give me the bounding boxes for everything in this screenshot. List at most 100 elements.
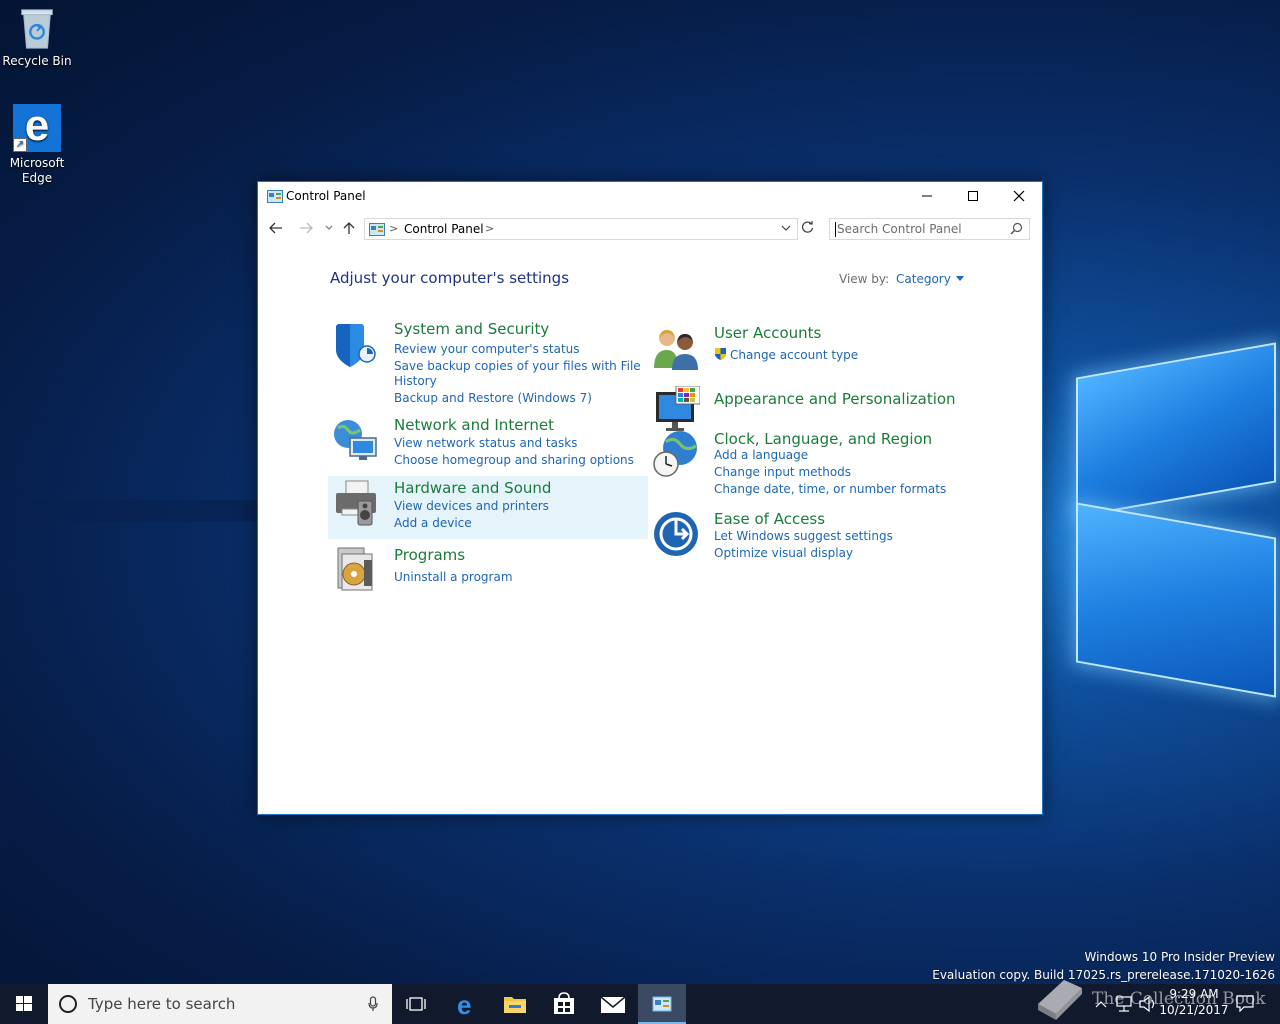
minimize-icon — [922, 195, 932, 197]
category-title[interactable]: System and Security — [394, 320, 549, 338]
up-button[interactable] — [342, 220, 362, 238]
taskbar-search-box[interactable]: Type here to search — [48, 984, 392, 1024]
view-by-dropdown[interactable]: Category — [896, 272, 964, 286]
maximize-button[interactable] — [950, 182, 996, 212]
microphone-icon[interactable] — [368, 996, 378, 1012]
shield-icon[interactable] — [332, 320, 380, 368]
caret-down-icon — [955, 276, 964, 281]
link-uninstall-program[interactable]: Uninstall a program — [394, 570, 513, 585]
address-bar[interactable]: > Control Panel > — [364, 218, 798, 240]
page-title: Adjust your computer's settings — [330, 269, 570, 287]
forward-button[interactable] — [298, 220, 318, 238]
link-change-formats[interactable]: Change date, time, or number formats — [714, 482, 946, 497]
link-add-device[interactable]: Add a device — [394, 516, 472, 531]
taskbar-control-panel-button[interactable] — [638, 984, 686, 1024]
chevron-down-icon — [325, 225, 333, 230]
desktop-icon-recycle-bin[interactable]: Recycle Bin — [1, 6, 73, 69]
link-devices-printers[interactable]: View devices and printers — [394, 499, 549, 514]
wallpaper-windows-logo — [1040, 330, 1280, 720]
category-title[interactable]: Appearance and Personalization — [714, 390, 956, 408]
text-caret — [835, 222, 836, 237]
control-panel-icon — [267, 190, 283, 203]
clock-globe-icon[interactable] — [652, 430, 700, 478]
category-title[interactable]: User Accounts — [714, 324, 821, 342]
link-network-status[interactable]: View network status and tasks — [394, 436, 577, 451]
refresh-icon — [801, 221, 814, 233]
search-control-panel-input[interactable]: Search Control Panel — [829, 218, 1030, 240]
breadcrumb-separator[interactable]: > — [389, 222, 398, 235]
address-dropdown-button[interactable] — [781, 221, 791, 238]
breadcrumb-separator[interactable]: > — [485, 222, 494, 235]
view-by-label: View by: — [839, 272, 890, 286]
windows-logo-icon — [16, 996, 32, 1011]
taskbar: Type here to search e 9:29 AM 10/21/2017 — [0, 984, 1280, 1024]
category-title[interactable]: Clock, Language, and Region — [714, 430, 932, 448]
users-icon[interactable] — [652, 324, 700, 372]
taskbar-file-explorer-button[interactable] — [491, 984, 539, 1024]
chevron-down-icon — [781, 225, 791, 231]
link-change-account-type[interactable]: Change account type — [730, 348, 858, 363]
taskbar-search-placeholder: Type here to search — [88, 995, 236, 1013]
category-system-and-security: System and Security Review your computer… — [332, 320, 641, 410]
desktop-icon-microsoft-edge[interactable]: e ↗ Microsoft Edge — [1, 104, 73, 186]
category-clock-language-region: Clock, Language, and Region Add a langua… — [652, 430, 982, 500]
cortana-icon — [59, 995, 77, 1013]
link-file-history-cont[interactable]: History — [394, 374, 437, 389]
close-icon — [1013, 190, 1025, 202]
link-change-input-methods[interactable]: Change input methods — [714, 465, 851, 480]
breadcrumb-control-panel[interactable]: Control Panel — [404, 222, 484, 236]
search-icon[interactable] — [1010, 222, 1023, 236]
category-title[interactable]: Ease of Access — [714, 510, 825, 528]
link-review-status[interactable]: Review your computer's status — [394, 342, 580, 357]
store-icon — [554, 992, 574, 1014]
back-button[interactable] — [268, 220, 288, 238]
refresh-button[interactable] — [801, 220, 814, 238]
ease-of-access-icon[interactable] — [652, 510, 700, 558]
taskbar-store-button[interactable] — [540, 984, 588, 1024]
category-title[interactable]: Network and Internet — [394, 416, 554, 434]
task-view-icon — [406, 997, 426, 1011]
minimize-button[interactable] — [904, 182, 950, 212]
shortcut-arrow-icon: ↗ — [13, 138, 27, 152]
link-optimize-display[interactable]: Optimize visual display — [714, 546, 853, 561]
link-homegroup[interactable]: Choose homegroup and sharing options — [394, 453, 634, 468]
control-panel-window: Control Panel > Control Panel > Search C… — [257, 181, 1043, 815]
mail-icon — [600, 996, 626, 1013]
category-network-and-internet: Network and Internet View network status… — [332, 416, 634, 468]
link-backup-restore[interactable]: Backup and Restore (Windows 7) — [394, 391, 592, 406]
control-panel-content: Adjust your computer's settings View by:… — [258, 242, 1042, 814]
network-globe-icon[interactable] — [332, 416, 380, 464]
build-watermark-line2: Evaluation copy. Build 17025.rs_prerelea… — [932, 968, 1275, 982]
forward-arrow-icon — [300, 222, 313, 234]
search-placeholder: Search Control Panel — [837, 222, 962, 236]
taskbar-mail-button[interactable] — [589, 984, 637, 1024]
start-button[interactable] — [0, 984, 48, 1024]
link-windows-suggest[interactable]: Let Windows suggest settings — [714, 529, 893, 544]
back-arrow-icon — [269, 222, 282, 234]
close-button[interactable] — [996, 182, 1042, 212]
recent-locations-button[interactable] — [324, 220, 344, 238]
printer-speaker-icon[interactable] — [332, 479, 380, 527]
monitor-palette-icon[interactable] — [652, 386, 700, 434]
category-title[interactable]: Programs — [394, 546, 465, 564]
category-programs: Programs Uninstall a program — [332, 546, 632, 596]
programs-disc-icon[interactable] — [332, 546, 380, 594]
desktop-icon-label: Recycle Bin — [2, 54, 72, 68]
maximize-icon — [968, 191, 978, 201]
build-watermark-line1: Windows 10 Pro Insider Preview — [1084, 950, 1275, 964]
category-title[interactable]: Hardware and Sound — [394, 479, 551, 497]
collection-book-watermark-text: The Collection Book — [1092, 989, 1266, 1009]
taskbar-edge-button[interactable]: e — [443, 984, 491, 1024]
edge-icon: e — [457, 990, 471, 1020]
link-add-language[interactable]: Add a language — [714, 448, 808, 463]
file-explorer-icon — [504, 997, 526, 1013]
recycle-bin-icon — [21, 9, 53, 49]
title-bar[interactable]: Control Panel — [258, 182, 1042, 212]
view-by-value: Category — [896, 272, 951, 286]
link-file-history[interactable]: Save backup copies of your files with Fi… — [394, 359, 641, 374]
task-view-button[interactable] — [392, 984, 440, 1024]
control-panel-icon — [652, 996, 672, 1012]
svg-text:e: e — [457, 990, 471, 1020]
collection-book-watermark-logo — [1038, 980, 1082, 1020]
category-hardware-and-sound: Hardware and Sound View devices and prin… — [332, 479, 632, 531]
